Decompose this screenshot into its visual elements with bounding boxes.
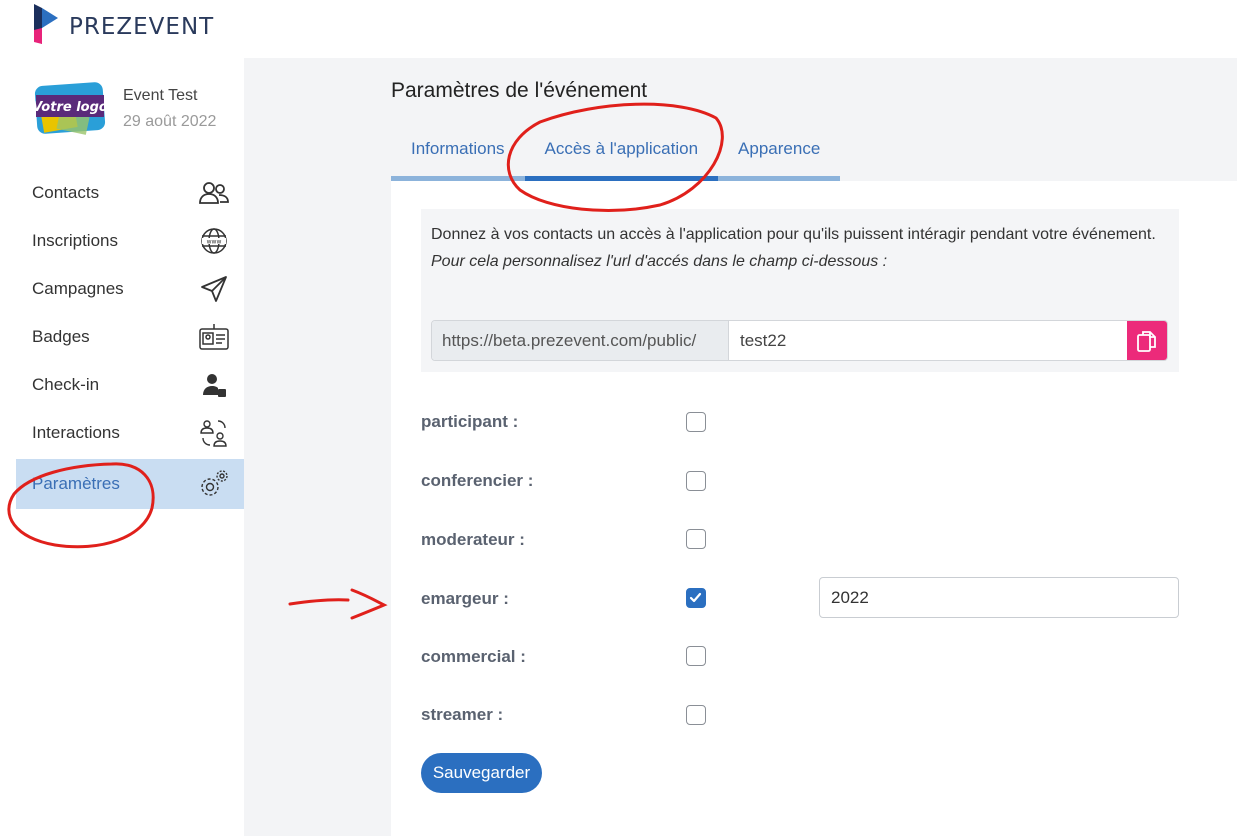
sidebar-item-label: Badges bbox=[32, 327, 90, 346]
sidebar-item-label: Contacts bbox=[32, 183, 100, 202]
participant-checkbox[interactable] bbox=[686, 412, 706, 432]
event-name: Event Test bbox=[123, 87, 198, 104]
page-title: Paramètres de l'événement bbox=[391, 79, 648, 102]
url-slug-input[interactable] bbox=[729, 321, 1127, 360]
svg-text:www: www bbox=[207, 239, 222, 246]
role-label-commercial: commercial : bbox=[421, 647, 526, 666]
settings-panel: Donnez à vos contacts un accès à l'appli… bbox=[391, 181, 1237, 836]
role-label-conferencier: conferencier : bbox=[421, 471, 534, 490]
save-button[interactable]: Sauvegarder bbox=[421, 753, 542, 793]
role-label-emargeur: emargeur : bbox=[421, 589, 509, 608]
tab-apparence[interactable]: Apparence bbox=[718, 128, 841, 181]
globe-www-icon: www bbox=[201, 228, 227, 254]
sidebar: Votre logo Event Test 29 août 2022 Conta… bbox=[16, 58, 244, 836]
access-info-box: Donnez à vos contacts un accès à l'appli… bbox=[421, 209, 1179, 372]
interactions-icon bbox=[200, 420, 227, 447]
url-prefix: https://beta.prezevent.com/public/ bbox=[432, 321, 729, 360]
conferencier-checkbox[interactable] bbox=[686, 471, 706, 491]
sidebar-item-label: Check-in bbox=[32, 375, 100, 394]
tab-informations[interactable]: Informations bbox=[391, 128, 525, 181]
info-description: Donnez à vos contacts un accès à l'appli… bbox=[431, 226, 1156, 243]
id-badge-icon bbox=[199, 324, 229, 350]
tab-acces-application[interactable]: Accès à l'application bbox=[524, 128, 719, 181]
paper-plane-icon bbox=[201, 276, 227, 302]
moderateur-checkbox[interactable] bbox=[686, 529, 706, 549]
sidebar-item-contacts[interactable]: Contacts bbox=[16, 169, 244, 217]
info-text: Donnez à vos contacts un accès à l'appli… bbox=[431, 221, 1171, 275]
clipboard-copy-icon bbox=[1137, 330, 1156, 352]
sidebar-item-label: Paramètres bbox=[32, 474, 120, 493]
info-instruction: Pour cela personnalisez l'url d'accés da… bbox=[431, 253, 888, 270]
gears-icon bbox=[201, 470, 228, 496]
role-label-moderateur: moderateur : bbox=[421, 530, 525, 549]
sidebar-item-inscriptions[interactable]: Inscriptions www bbox=[16, 217, 244, 265]
sidebar-item-label: Inscriptions bbox=[32, 231, 118, 250]
streamer-checkbox[interactable] bbox=[686, 705, 706, 725]
checkmark-icon bbox=[689, 592, 702, 603]
logo-placeholder-text: Votre logo bbox=[34, 100, 106, 115]
emargeur-checkbox[interactable] bbox=[686, 588, 706, 608]
emargeur-code-input[interactable] bbox=[819, 577, 1179, 618]
sidebar-item-label: Interactions bbox=[32, 423, 120, 442]
commercial-checkbox[interactable] bbox=[686, 646, 706, 666]
sidebar-item-campagnes[interactable]: Campagnes bbox=[16, 265, 244, 313]
role-label-participant: participant : bbox=[421, 412, 519, 431]
sidebar-item-check-in[interactable]: Check-in bbox=[16, 361, 244, 409]
sidebar-item-badges[interactable]: Badges bbox=[16, 313, 244, 361]
sidebar-item-label: Campagnes bbox=[32, 279, 124, 298]
copy-url-button[interactable] bbox=[1127, 321, 1167, 360]
settings-tabs: Informations Accès à l'application Appar… bbox=[391, 128, 841, 181]
url-input-group: https://beta.prezevent.com/public/ bbox=[431, 320, 1168, 361]
event-logo[interactable]: Votre logo bbox=[34, 80, 106, 136]
sidebar-item-parametres[interactable]: Paramètres bbox=[16, 459, 244, 509]
prezevent-logo-icon bbox=[34, 4, 58, 44]
brand-name[interactable]: PREZEVENT bbox=[69, 14, 214, 40]
sidebar-item-interactions[interactable]: Interactions bbox=[16, 409, 244, 457]
contacts-icon bbox=[199, 182, 229, 204]
role-label-streamer: streamer : bbox=[421, 705, 504, 724]
event-date: 29 août 2022 bbox=[123, 113, 217, 130]
top-header: PREZEVENT bbox=[0, 0, 1237, 58]
user-check-icon bbox=[203, 374, 226, 397]
